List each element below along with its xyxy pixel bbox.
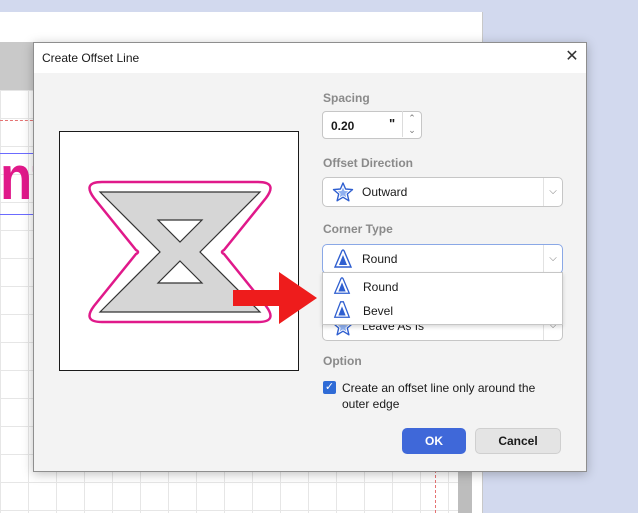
create-offset-line-dialog: Create Offset Line ✕ Spacing 0.20 " ⌃ ⌄ … — [33, 42, 587, 472]
corner-type-label: Corner Type — [323, 222, 393, 236]
chevron-up-icon[interactable]: ⌃ — [403, 112, 421, 124]
offset-preview — [59, 131, 299, 371]
background-selection-box — [0, 153, 34, 215]
close-icon[interactable]: ✕ — [562, 47, 582, 67]
chevron-down-icon[interactable]: ⌄ — [403, 124, 421, 136]
annotation-arrow-icon — [233, 270, 319, 331]
corner-type-dropdown: Round Bevel — [322, 272, 563, 325]
dropdown-option-bevel[interactable]: Bevel — [323, 298, 562, 322]
bevel-corner-icon — [333, 301, 351, 318]
corner-type-value: Round — [362, 252, 398, 266]
dropdown-option-label: Bevel — [363, 304, 394, 318]
offset-direction-select[interactable]: Outward ⌵ — [322, 177, 563, 207]
corner-type-select[interactable]: Round ⌵ — [322, 244, 563, 274]
dialog-titlebar: Create Offset Line ✕ — [34, 43, 586, 73]
cancel-button[interactable]: Cancel — [475, 428, 561, 454]
chevron-down-icon[interactable]: ⌵ — [543, 178, 562, 206]
offset-direction-value: Outward — [362, 185, 408, 199]
spacing-stepper[interactable]: ⌃ ⌄ — [402, 111, 421, 137]
dialog-title: Create Offset Line — [42, 51, 140, 65]
dropdown-option-round[interactable]: Round — [323, 274, 562, 298]
round-corner-icon — [333, 277, 351, 294]
star-offset-icon — [332, 182, 354, 202]
ok-button[interactable]: OK — [402, 428, 466, 454]
spacing-label: Spacing — [323, 91, 370, 105]
chevron-down-icon[interactable]: ⌵ — [543, 245, 562, 273]
hourglass-preview-graphic — [88, 180, 272, 324]
outer-edge-checkbox-label[interactable]: Create an offset line only around the ou… — [342, 380, 557, 412]
offset-direction-label: Offset Direction — [323, 156, 414, 170]
round-corner-icon — [333, 249, 353, 268]
option-label: Option — [323, 354, 362, 368]
spacing-value[interactable]: 0.20 — [331, 119, 354, 133]
dropdown-option-label: Round — [363, 280, 399, 294]
outer-edge-checkbox[interactable]: ✓ — [323, 381, 336, 394]
spacing-unit: " — [389, 116, 396, 131]
